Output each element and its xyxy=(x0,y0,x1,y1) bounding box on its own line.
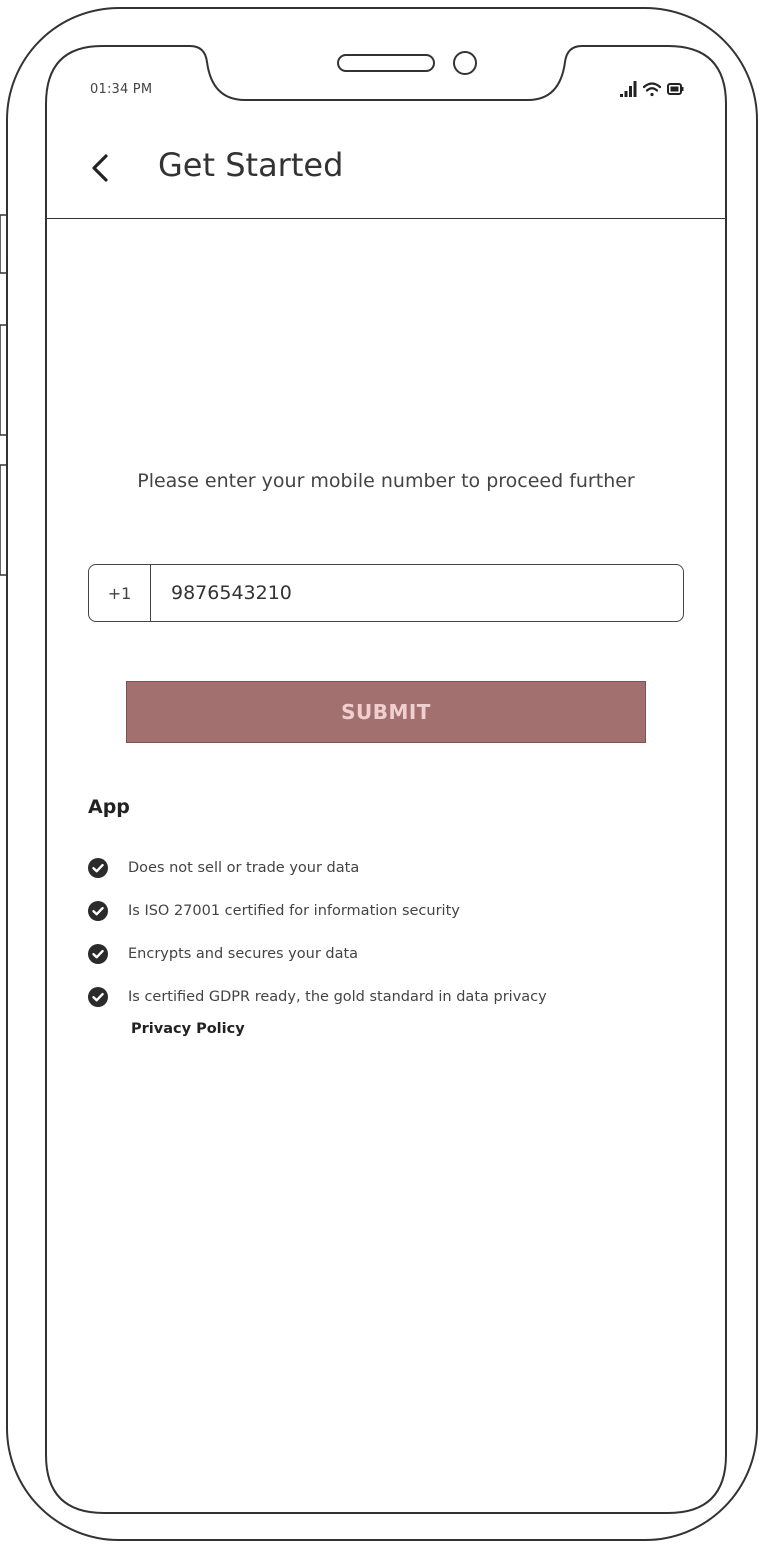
feature-item: Is ISO 27001 certified for information s… xyxy=(88,889,547,932)
feature-text: Is ISO 27001 certified for information s… xyxy=(128,902,460,919)
feature-text: Encrypts and secures your data xyxy=(128,945,359,962)
feature-item: Is certified GDPR ready, the gold standa… xyxy=(88,975,547,1018)
feature-text: Is certified GDPR ready, the gold standa… xyxy=(128,988,547,1005)
status-icons xyxy=(620,81,684,97)
submit-button[interactable]: SUBMIT xyxy=(126,681,646,743)
country-code-selector[interactable]: +1 xyxy=(89,565,151,621)
feature-item: Encrypts and secures your data xyxy=(88,932,547,975)
chevron-left-icon xyxy=(92,154,108,182)
feature-list: Does not sell or trade your data Is ISO … xyxy=(88,846,547,1018)
check-circle-icon xyxy=(88,943,108,964)
check-circle-icon xyxy=(88,986,108,1007)
back-button[interactable] xyxy=(84,148,118,188)
app-section-heading: App xyxy=(88,796,130,818)
battery-icon xyxy=(667,83,684,95)
wifi-icon xyxy=(642,82,662,97)
privacy-policy-link[interactable]: Privacy Policy xyxy=(131,1021,245,1037)
phone-number-input[interactable] xyxy=(151,565,683,621)
status-time: 01:34 PM xyxy=(90,82,153,97)
page-title: Get Started xyxy=(158,146,344,184)
check-circle-icon xyxy=(88,857,108,878)
instruction-text: Please enter your mobile number to proce… xyxy=(137,470,635,492)
feature-item: Does not sell or trade your data xyxy=(88,846,547,889)
feature-text: Does not sell or trade your data xyxy=(128,859,360,876)
signal-icon xyxy=(620,81,637,97)
app-header: Get Started xyxy=(46,136,726,219)
check-circle-icon xyxy=(88,900,108,921)
app-screen: 01:34 PM Get Started Please enter your m… xyxy=(46,46,726,1513)
phone-number-field: +1 xyxy=(88,564,684,622)
